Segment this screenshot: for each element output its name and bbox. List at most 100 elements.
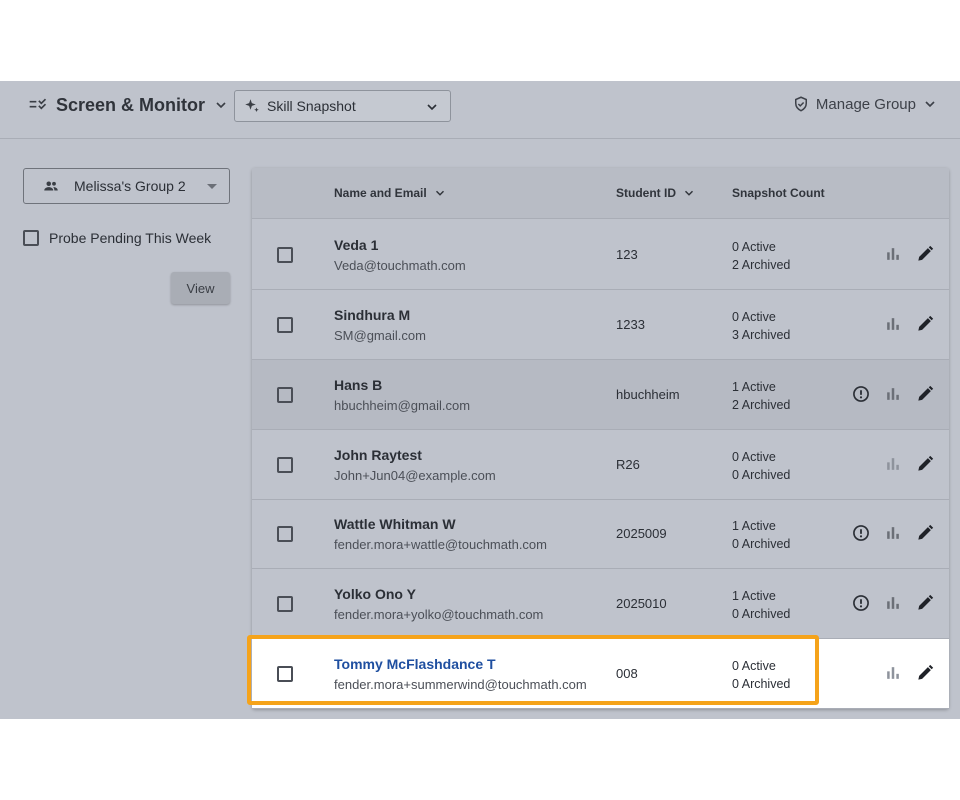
active-count: 0 Active bbox=[732, 659, 776, 673]
filter-panel: Melissa's Group 2 Probe Pending This Wee… bbox=[23, 168, 230, 304]
snapshot-count: 0 Active 3 Archived bbox=[732, 308, 790, 344]
edit-pencil-icon[interactable] bbox=[915, 593, 935, 613]
archived-count: 0 Archived bbox=[732, 607, 791, 621]
table-row[interactable]: Hans B hbuchheim@gmail.com hbuchheim 1 A… bbox=[252, 360, 949, 430]
probe-pending-checkbox[interactable] bbox=[23, 230, 39, 246]
sparkle-icon bbox=[245, 99, 259, 112]
active-count: 0 Active bbox=[732, 450, 776, 464]
snapshot-count: 0 Active 0 Archived bbox=[732, 448, 790, 484]
table-row[interactable]: Veda 1 Veda@touchmath.com 123 0 Active 2… bbox=[252, 220, 949, 290]
bar-chart-icon[interactable] bbox=[883, 244, 903, 264]
row-actions bbox=[851, 384, 935, 404]
students-table: Name and Email Student ID Snapshot Count… bbox=[252, 168, 949, 709]
row-actions bbox=[883, 244, 935, 264]
snapshot-select[interactable]: Skill Snapshot bbox=[234, 90, 451, 122]
row-actions bbox=[851, 523, 935, 543]
active-count: 0 Active bbox=[732, 240, 776, 254]
student-email: Veda@touchmath.com bbox=[334, 258, 466, 273]
row-checkbox[interactable] bbox=[277, 457, 293, 473]
alert-icon[interactable] bbox=[851, 593, 871, 613]
student-name: Wattle Whitman W bbox=[334, 516, 456, 532]
student-name: Veda 1 bbox=[334, 237, 379, 253]
active-count: 1 Active bbox=[732, 380, 776, 394]
student-name: Hans B bbox=[334, 377, 383, 393]
bar-chart-icon[interactable] bbox=[883, 523, 903, 543]
snapshot-select-value: Skill Snapshot bbox=[267, 98, 356, 114]
archived-count: 3 Archived bbox=[732, 328, 791, 342]
student-email: SM@gmail.com bbox=[334, 328, 426, 343]
student-id: 1233 bbox=[616, 317, 645, 332]
student-name: John Raytest bbox=[334, 447, 422, 463]
row-actions bbox=[851, 593, 935, 613]
archived-count: 2 Archived bbox=[732, 258, 791, 272]
group-select[interactable]: Melissa's Group 2 bbox=[23, 168, 230, 204]
student-id: 2025009 bbox=[616, 526, 667, 541]
table-row[interactable]: Wattle Whitman W fender.mora+wattle@touc… bbox=[252, 499, 949, 569]
bar-chart-icon[interactable] bbox=[883, 384, 903, 404]
bar-chart-icon[interactable] bbox=[883, 593, 903, 613]
column-name-email[interactable]: Name and Email bbox=[334, 186, 447, 200]
row-actions bbox=[883, 454, 935, 474]
screen-monitor-menu[interactable]: Screen & Monitor bbox=[28, 93, 229, 117]
snapshot-count: 1 Active 0 Archived bbox=[732, 587, 790, 623]
student-email: fender.mora+wattle@touchmath.com bbox=[334, 537, 547, 552]
student-email: fender.mora+summerwind@touchmath.com bbox=[334, 677, 587, 692]
sort-chevron-icon bbox=[435, 190, 444, 196]
alert-icon[interactable] bbox=[851, 523, 871, 543]
student-name: Yolko Ono Y bbox=[334, 586, 416, 602]
row-checkbox[interactable] bbox=[277, 247, 293, 263]
archived-count: 0 Archived bbox=[732, 468, 791, 482]
table-row[interactable]: Yolko Ono Y fender.mora+yolko@touchmath.… bbox=[252, 569, 949, 639]
column-student-id[interactable]: Student ID bbox=[616, 186, 696, 200]
snapshot-count: 1 Active 0 Archived bbox=[732, 517, 790, 553]
group-select-value: Melissa's Group 2 bbox=[74, 178, 186, 194]
active-count: 1 Active bbox=[732, 519, 776, 533]
row-checkbox[interactable] bbox=[277, 317, 293, 333]
edit-pencil-icon[interactable] bbox=[915, 384, 935, 404]
edit-pencil-icon[interactable] bbox=[915, 663, 935, 683]
probe-pending-filter[interactable]: Probe Pending This Week bbox=[23, 230, 230, 246]
alert-icon[interactable] bbox=[851, 384, 871, 404]
snapshot-count: 1 Active 2 Archived bbox=[732, 378, 790, 414]
bar-chart-icon[interactable] bbox=[883, 454, 903, 474]
chevron-down-icon bbox=[427, 104, 437, 111]
row-checkbox[interactable] bbox=[277, 666, 293, 682]
edit-pencil-icon[interactable] bbox=[915, 454, 935, 474]
active-count: 0 Active bbox=[732, 310, 776, 324]
chevron-down-icon bbox=[925, 101, 935, 108]
probe-pending-label: Probe Pending This Week bbox=[49, 230, 212, 246]
table-row[interactable]: Tommy McFlashdance T fender.mora+summerw… bbox=[252, 639, 949, 709]
student-id: R26 bbox=[616, 457, 640, 472]
top-bar: Screen & Monitor Skill Snapshot Manage G… bbox=[0, 81, 960, 139]
student-email: hbuchheim@gmail.com bbox=[334, 398, 471, 413]
people-icon bbox=[44, 181, 58, 191]
row-checkbox[interactable] bbox=[277, 387, 293, 403]
bar-chart-icon[interactable] bbox=[883, 663, 903, 683]
edit-pencil-icon[interactable] bbox=[915, 314, 935, 334]
view-button[interactable]: View bbox=[171, 272, 230, 304]
sort-chevron-icon bbox=[684, 190, 694, 196]
snapshot-count: 0 Active 0 Archived bbox=[732, 657, 790, 693]
student-name: Tommy McFlashdance T bbox=[334, 656, 496, 672]
dropdown-arrow-icon bbox=[207, 184, 217, 189]
snapshot-count: 0 Active 2 Archived bbox=[732, 238, 790, 274]
manage-group-menu[interactable]: Manage Group bbox=[792, 95, 938, 113]
column-student-id-label: Student ID bbox=[616, 186, 676, 200]
row-actions bbox=[883, 314, 935, 334]
student-email: fender.mora+yolko@touchmath.com bbox=[334, 607, 544, 622]
table-row[interactable]: Sindhura M SM@gmail.com 1233 0 Active 3 … bbox=[252, 290, 949, 360]
column-snapshot-count-label: Snapshot Count bbox=[732, 186, 825, 200]
column-name-email-label: Name and Email bbox=[334, 186, 427, 200]
archived-count: 2 Archived bbox=[732, 398, 791, 412]
edit-pencil-icon[interactable] bbox=[915, 244, 935, 264]
row-checkbox[interactable] bbox=[277, 526, 293, 542]
student-email: John+Jun04@example.com bbox=[334, 468, 496, 483]
student-id: 2025010 bbox=[616, 596, 667, 611]
row-checkbox[interactable] bbox=[277, 596, 293, 612]
chevron-down-icon bbox=[216, 102, 226, 109]
table-row[interactable]: John Raytest John+Jun04@example.com R26 … bbox=[252, 430, 949, 500]
student-id: 008 bbox=[616, 666, 638, 681]
edit-pencil-icon[interactable] bbox=[915, 523, 935, 543]
bar-chart-icon[interactable] bbox=[883, 314, 903, 334]
column-snapshot-count: Snapshot Count bbox=[732, 186, 825, 200]
